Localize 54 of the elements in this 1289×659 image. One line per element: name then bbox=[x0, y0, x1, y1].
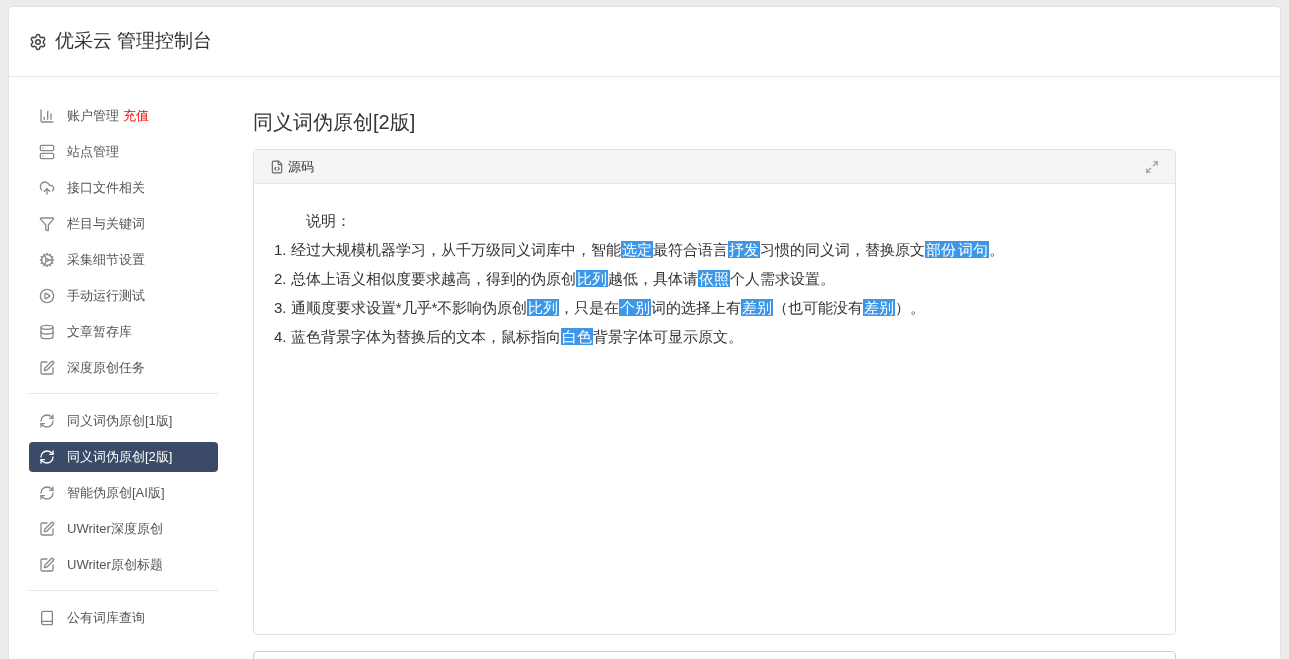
sidebar-label: 手动运行测试 bbox=[67, 287, 145, 306]
sidebar-label: UWriter深度原创 bbox=[67, 520, 163, 539]
sidebar-item[interactable]: UWriter深度原创 bbox=[29, 514, 218, 544]
note-line: 2. 总体上语义相似度要求越高，得到的伪原创比列越低，具体请依照个人需求设置。 bbox=[274, 269, 835, 289]
note-heading: 说明： bbox=[305, 211, 351, 231]
sidebar-label: 智能伪原创[AI版] bbox=[67, 484, 165, 503]
fullscreen-icon[interactable] bbox=[1145, 159, 1159, 174]
sidebar-item[interactable]: 接口文件相关 bbox=[29, 173, 218, 203]
code-file-icon bbox=[270, 159, 284, 174]
sidebar-label: 公有词库查询 bbox=[67, 609, 145, 628]
bar-chart-icon bbox=[39, 108, 55, 124]
console-title: 优采云 管理控制台 bbox=[55, 29, 213, 54]
sidebar-label: 采集细节设置 bbox=[67, 251, 145, 270]
recharge-link[interactable]: 充值 bbox=[123, 106, 149, 126]
sidebar-item[interactable]: 深度原创任务 bbox=[29, 353, 218, 383]
sidebar-label: 站点管理 bbox=[67, 143, 119, 162]
sidebar-item[interactable]: 采集细节设置 bbox=[29, 245, 218, 275]
gears-icon bbox=[39, 252, 55, 268]
sidebar-label: 同义词伪原创[2版] bbox=[67, 448, 173, 467]
note-line: 4. 蓝色背景字体为替换后的文本，鼠标指向 白色背景字体可显示原文。 bbox=[274, 327, 743, 347]
sidebar-label: UWriter原创标题 bbox=[67, 556, 163, 575]
sidebar-item[interactable]: 同义词伪原创[1版] bbox=[29, 406, 218, 436]
sidebar-item[interactable]: 公有词库查询 bbox=[29, 603, 218, 633]
sidebar-item[interactable]: 同义词伪原创[2版] bbox=[29, 442, 218, 472]
refresh-icon bbox=[39, 413, 55, 429]
edit-icon bbox=[39, 521, 55, 537]
edit-icon bbox=[39, 360, 55, 376]
page-title: 同义词伪原创[2版] bbox=[253, 110, 417, 135]
sidebar-item[interactable]: 栏目与关键词 bbox=[29, 209, 218, 239]
sidebar-item[interactable]: UWriter原创标题 bbox=[29, 550, 218, 580]
note-line: 3. 通顺度要求设置*几乎*不影响伪原创比列，只是在个别词的选择上有差别（也可能没有差别）。 bbox=[274, 298, 926, 318]
filter-icon bbox=[39, 216, 55, 232]
sidebar-label: 接口文件相关 bbox=[67, 179, 145, 198]
refresh-icon bbox=[39, 485, 55, 501]
sidebar-label: 深度原创任务 bbox=[67, 359, 145, 378]
source-tab[interactable]: 源码 bbox=[288, 156, 314, 177]
refresh-icon bbox=[39, 449, 55, 465]
sidebar-item[interactable]: 账户管理 充值 bbox=[29, 101, 218, 131]
database-icon bbox=[39, 324, 55, 340]
sidebar-item[interactable]: 智能伪原创[AI版] bbox=[29, 478, 218, 508]
book-icon bbox=[39, 610, 55, 626]
sidebar-label: 账户管理 bbox=[67, 107, 119, 126]
edit-icon bbox=[39, 557, 55, 573]
sidebar-item[interactable]: 站点管理 bbox=[29, 137, 218, 167]
sidebar-item[interactable]: 手动运行测试 bbox=[29, 281, 218, 311]
note-line: 1. 经过大规模机器学习，从千万级同义词库中，智能选定最符合语言抒发习惯的同义词，替换原文部份词句。 bbox=[274, 240, 1004, 260]
server-icon bbox=[39, 144, 55, 160]
sidebar-label: 栏目与关键词 bbox=[67, 215, 145, 234]
sidebar-item[interactable]: 文章暂存库 bbox=[29, 317, 218, 347]
sidebar-label: 文章暂存库 bbox=[67, 323, 132, 342]
play-icon bbox=[39, 288, 55, 304]
sidebar-label: 同义词伪原创[1版] bbox=[67, 412, 173, 431]
settings-icon bbox=[29, 32, 47, 51]
cloud-upload-icon bbox=[39, 180, 55, 196]
